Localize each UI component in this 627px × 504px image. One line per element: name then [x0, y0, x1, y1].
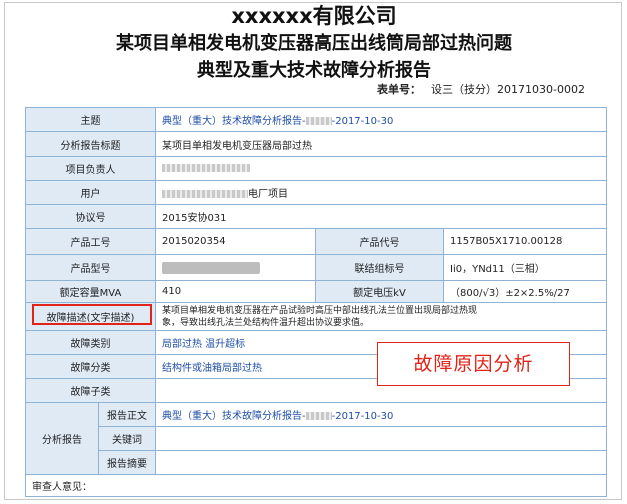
analysis-report-label: 分析报告 — [25, 402, 99, 475]
project-manager-value — [155, 156, 607, 181]
table-row: 额定容量MVA 410 额定电压kV （800/√3）±2×2.5%/27 — [25, 280, 607, 303]
model-label: 产品型号 — [25, 254, 156, 281]
agreement-label: 协议号 — [25, 204, 156, 229]
product-no-value: 1157B05X1710.00128 — [443, 228, 607, 255]
reviewer-opinion: 审查人意见： — [25, 474, 607, 497]
table-row: 主题 典型（重大）技术故障分析报告- -2017-10-30 — [25, 107, 607, 132]
analysis-title-label: 分析报告标题 — [25, 131, 156, 157]
capacity-label: 额定容量MVA — [25, 280, 156, 303]
fault-subclass-label: 故障子类 — [25, 378, 156, 403]
project-manager-label: 项目负责人 — [25, 156, 156, 181]
table-row: 报告摘要 — [26, 450, 607, 475]
fault-description-line2: 象，导致出线孔法兰处结构件温升超出协议要求值。 — [162, 317, 370, 328]
table-row: 协议号 2015安协031 — [25, 204, 607, 229]
form-number-value: 设三（技分）20171030-0002 — [431, 83, 585, 96]
fault-description-line1: 某项目单相发电机变压器在产品试验时高压中部出线孔法兰位置出现局部过热现 — [162, 305, 478, 316]
form-number: 表单号： 设三（技分）20171030-0002 — [377, 83, 621, 96]
keywords-value — [155, 426, 607, 451]
redacted-text — [305, 117, 332, 125]
table-row: 分析报告 报告正文 典型（重大）技术故障分析报告- -2017-10-30 — [25, 402, 607, 475]
redacted-text — [162, 261, 260, 274]
company-name: xxxxxx有限公司 — [231, 4, 397, 28]
agreement-value: 2015安协031 — [155, 204, 607, 229]
table-row: 产品工号 2015020354 产品代号 1157B05X1710.00128 — [25, 228, 607, 255]
report-title-line1: 某项目单相发电机变压器高压出线筒局部过热问题 — [116, 33, 512, 54]
voltage-label: 额定电压kV — [315, 280, 444, 303]
table-row: 用户 电厂项目 — [25, 180, 607, 205]
user-value: 电厂项目 — [155, 180, 607, 205]
fault-class-label: 故障分类 — [25, 354, 156, 379]
summary-value — [155, 450, 607, 475]
product-no-label: 产品代号 — [315, 228, 444, 255]
product-code-value: 2015020354 — [155, 228, 316, 255]
redacted-text — [162, 190, 248, 198]
analysis-title-value: 某项目单相发电机变压器局部过热 — [155, 131, 607, 157]
model-value — [155, 254, 316, 281]
user-label: 用户 — [25, 180, 156, 205]
subject-link[interactable]: 典型（重大）技术故障分析报告- -2017-10-30 — [155, 107, 607, 132]
vector-group-value: Ii0，YNd11（三相） — [443, 254, 607, 281]
table-row: 项目负责人 — [25, 156, 607, 181]
table-row: 审查人意见： — [25, 474, 607, 497]
redacted-text — [162, 164, 250, 172]
product-code-label: 产品工号 — [25, 228, 156, 255]
voltage-value: （800/√3）±2×2.5%/27 — [443, 280, 607, 303]
fault-cause-callout: 故障原因分析 — [377, 342, 570, 386]
form-number-label: 表单号： — [377, 83, 421, 96]
summary-label: 报告摘要 — [98, 450, 156, 475]
capacity-value: 410 — [155, 280, 316, 303]
report-title-line2: 典型及重大技术故障分析报告 — [197, 60, 431, 81]
subject-label: 主题 — [25, 107, 156, 132]
fault-description-value: 某项目单相发电机变压器在产品试验时高压中部出线孔法兰位置出现局部过热现 象，导致出… — [155, 302, 607, 331]
fault-category-label: 故障类别 — [25, 330, 156, 355]
keywords-label: 关键词 — [98, 426, 156, 451]
report-form-table: 主题 典型（重大）技术故障分析报告- -2017-10-30 分析报告标题 某项目… — [25, 107, 607, 497]
report-body-link[interactable]: 典型（重大）技术故障分析报告- -2017-10-30 — [155, 402, 607, 427]
table-row: 产品型号 联结组标号 Ii0，YNd11（三相） — [25, 254, 607, 281]
redacted-text — [305, 412, 332, 420]
table-row: 关键词 — [26, 426, 607, 451]
vector-group-label: 联结组标号 — [315, 254, 444, 281]
report-body-label: 报告正文 — [98, 402, 156, 427]
table-row: 分析报告标题 某项目单相发电机变压器局部过热 — [25, 131, 607, 157]
highlight-box — [32, 304, 152, 325]
